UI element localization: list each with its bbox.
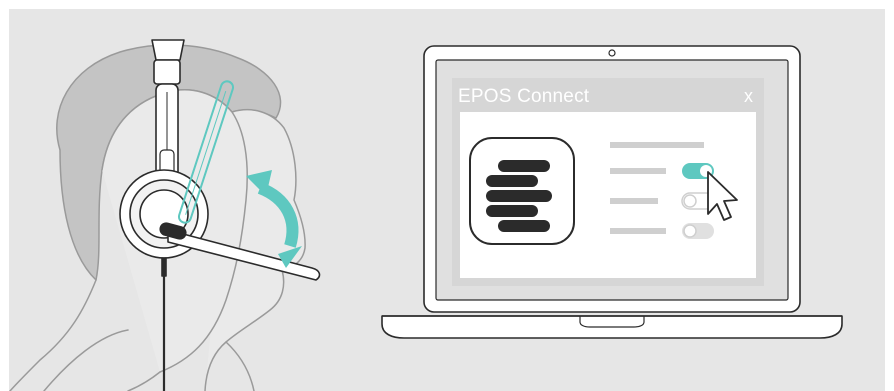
setting-bar-2 bbox=[610, 198, 658, 204]
setting-bar-1 bbox=[610, 168, 666, 174]
camera-icon bbox=[608, 49, 616, 57]
illustration-stage: EPOS Connect x bbox=[0, 0, 894, 391]
illustration-svg bbox=[9, 39, 843, 391]
setting-bar-3 bbox=[610, 228, 666, 234]
app-title: EPOS Connect bbox=[458, 86, 590, 107]
toggle-3[interactable] bbox=[682, 223, 714, 239]
settings-header-bar bbox=[610, 142, 704, 148]
app-close-button[interactable]: x bbox=[744, 86, 753, 107]
app-window bbox=[452, 78, 764, 286]
